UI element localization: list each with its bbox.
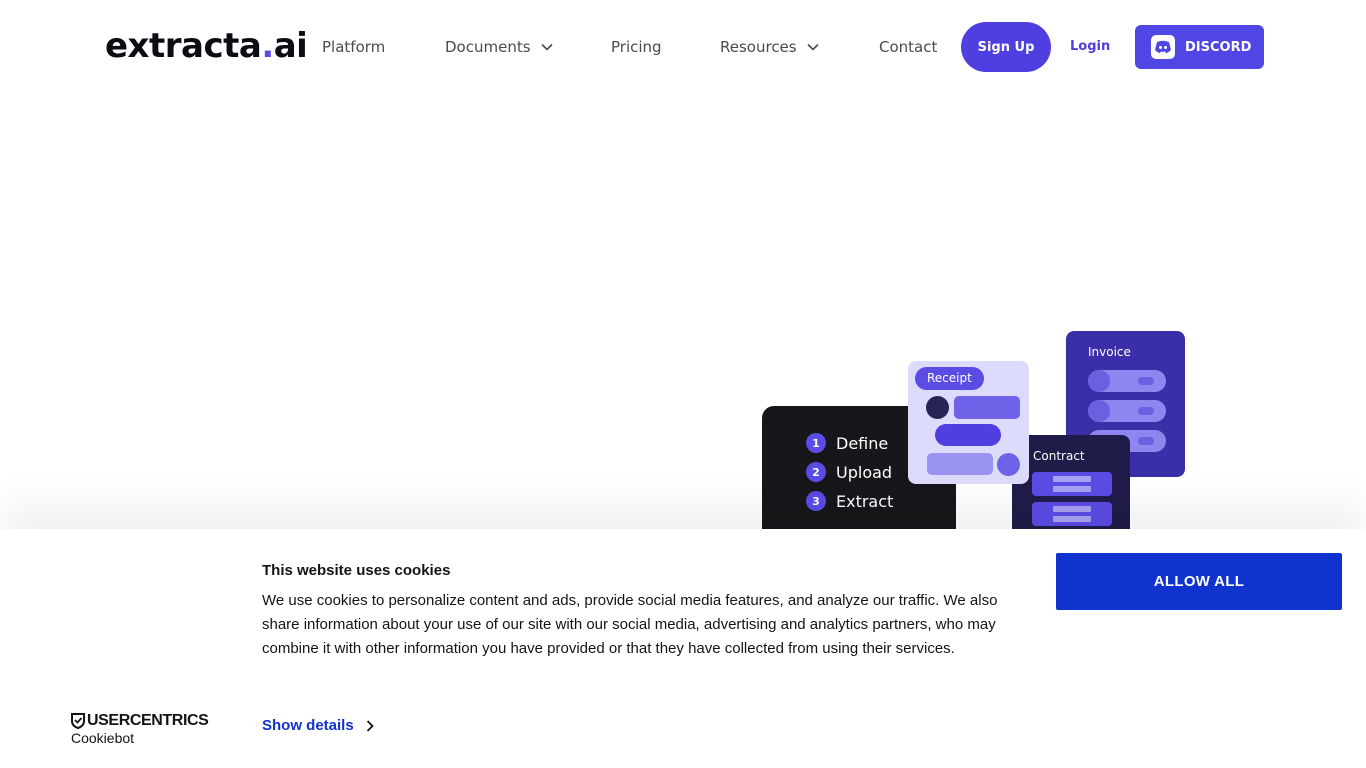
step-label: Extract: [836, 491, 894, 511]
cookie-description: We use cookies to personalize content an…: [262, 592, 998, 657]
receipt-field: [935, 424, 1001, 446]
contract-field-line: [1053, 486, 1091, 492]
nav-resources[interactable]: Resources: [720, 36, 819, 58]
steps-card: 1 Define 2 Upload 3 Extract: [762, 406, 956, 546]
invoice-label: Invoice: [1088, 345, 1131, 359]
discord-label: DISCORD: [1185, 39, 1252, 55]
allow-all-button[interactable]: ALLOW ALL: [1056, 553, 1342, 610]
discord-icon: [1151, 35, 1175, 59]
receipt-label: Receipt: [915, 367, 984, 390]
chevron-down-icon: [807, 43, 819, 51]
sign-up-button[interactable]: Sign Up: [961, 22, 1051, 72]
nav-resources-label: Resources: [720, 38, 797, 56]
step-number: 3: [806, 491, 826, 511]
nav-documents[interactable]: Documents: [445, 36, 553, 58]
invoice-field-value: [1138, 407, 1154, 415]
invoice-field-dot: [1088, 400, 1110, 422]
usercentrics-brand: USERCENTRICS: [87, 712, 209, 729]
receipt-field-dot: [997, 453, 1020, 476]
contract-field-line: [1053, 476, 1091, 482]
receipt-field: [954, 396, 1020, 419]
nav-contact-label: Contact: [879, 38, 938, 56]
receipt-card: Receipt: [908, 361, 1029, 484]
step-number: 1: [806, 433, 826, 453]
nav-platform[interactable]: Platform: [322, 36, 385, 58]
logo-text-main: extracta: [105, 26, 262, 66]
cookiebot-label: Cookiebot: [71, 730, 135, 746]
logo[interactable]: extracta.ai: [105, 26, 308, 66]
show-details-label: Show details: [262, 717, 354, 734]
invoice-field-row: [1088, 400, 1166, 422]
step-define: 1 Define: [806, 433, 888, 453]
nav-pricing[interactable]: Pricing: [611, 36, 662, 58]
nav-platform-label: Platform: [322, 38, 386, 56]
step-number: 2: [806, 462, 826, 482]
invoice-card: Invoice: [1066, 331, 1185, 477]
nav-documents-label: Documents: [445, 38, 531, 56]
cookie-banner: This website uses cookies We use cookies…: [0, 529, 1366, 768]
contract-field-line: [1053, 516, 1091, 522]
contract-field-line: [1053, 506, 1091, 512]
contract-field: [1032, 472, 1112, 496]
step-label: Upload: [836, 462, 893, 482]
site-header: extracta.ai Platform Documents Pricing R…: [0, 0, 1366, 94]
invoice-field-value: [1138, 377, 1154, 385]
invoice-field-value: [1138, 437, 1154, 445]
step-upload: 2 Upload: [806, 462, 892, 482]
invoice-field-dot: [1088, 370, 1110, 392]
nav-pricing-label: Pricing: [611, 38, 662, 56]
chevron-down-icon: [540, 43, 553, 51]
chevron-right-icon: [366, 719, 374, 732]
step-label: Define: [836, 433, 889, 453]
show-details-link[interactable]: Show details: [262, 717, 374, 734]
discord-button[interactable]: DISCORD: [1135, 25, 1264, 69]
logo-text-suffix: ai: [273, 26, 308, 66]
nav-contact[interactable]: Contact: [879, 36, 937, 58]
cookie-title: This website uses cookies: [262, 562, 451, 579]
contract-field: [1032, 502, 1112, 526]
usercentrics-logo: USERCENTRICS Cookiebot: [71, 712, 209, 746]
invoice-field-row: [1088, 370, 1166, 392]
receipt-field-dot: [926, 396, 949, 419]
login-link[interactable]: Login: [1070, 36, 1110, 58]
shield-icon: [71, 713, 85, 729]
logo-dot: .: [261, 26, 274, 66]
invoice-field-row: [1088, 430, 1166, 452]
contract-label: Contract: [1033, 449, 1085, 463]
receipt-field: [927, 453, 993, 475]
step-extract: 3 Extract: [806, 491, 893, 511]
